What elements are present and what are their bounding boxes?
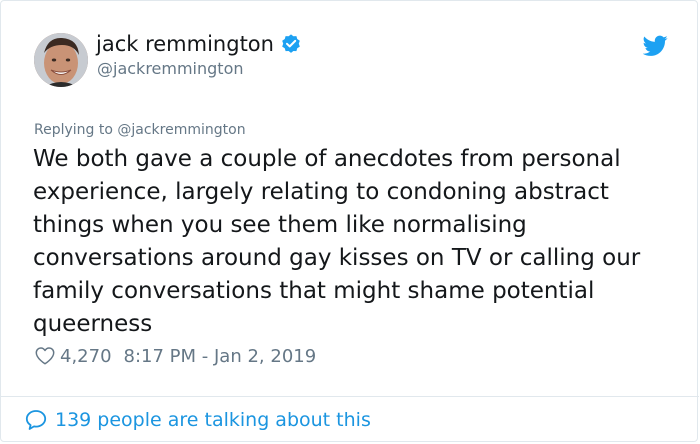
avatar[interactable] [34, 33, 88, 87]
tweet-text: We both gave a couple of anecdotes from … [33, 146, 641, 337]
tweet-timestamp[interactable]: 8:17 PM - Jan 2, 2019 [124, 346, 317, 367]
author-name[interactable]: jack remmington [96, 32, 302, 56]
twitter-bird-icon[interactable] [643, 35, 668, 57]
author-name-text[interactable]: jack remmington [96, 32, 274, 56]
speech-bubble-icon [25, 410, 47, 430]
conversation-label[interactable]: 139 people are talking about this [55, 409, 371, 431]
divider [1, 396, 699, 397]
conversation-link[interactable]: 139 people are talking about this [24, 406, 371, 434]
heart-icon[interactable] [34, 345, 56, 367]
avatar-image [34, 33, 88, 87]
like-count[interactable]: 4,270 [60, 346, 112, 367]
tweet-meta: 4,270 8:17 PM - Jan 2, 2019 [34, 344, 316, 368]
replying-to-context: Replying to @jackremmington [34, 122, 246, 138]
tweet-card: jack remmington @jackremmington Replying… [0, 0, 699, 442]
author-handle[interactable]: @jackremmington [97, 59, 244, 78]
verified-badge-icon [282, 34, 300, 53]
